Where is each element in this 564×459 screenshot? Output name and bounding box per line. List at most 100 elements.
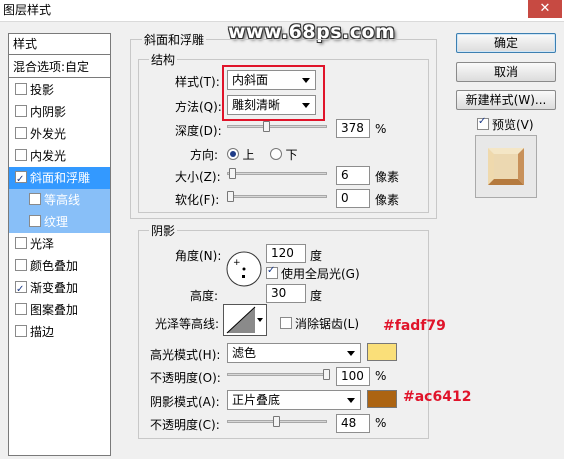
highlight-mode-label: 高光模式(H):: [150, 348, 221, 362]
soften-slider-thumb[interactable]: [227, 191, 234, 202]
sidebar-item[interactable]: 渐变叠加: [9, 277, 110, 301]
sidebar-item[interactable]: 描边: [9, 321, 110, 343]
highlight-box: [222, 65, 325, 121]
sidebar-item-checkbox[interactable]: [15, 127, 27, 139]
shadow-opacity-thumb[interactable]: [273, 416, 280, 427]
depth-slider-thumb[interactable]: [263, 121, 270, 132]
sidebar-item-label: 斜面和浮雕: [30, 171, 91, 185]
sidebar-item[interactable]: 内阴影: [9, 101, 110, 123]
anti-alias-checkbox[interactable]: [280, 317, 292, 329]
shadow-color-annotation: #ac6412: [403, 389, 472, 405]
close-button[interactable]: ✕: [528, 0, 562, 18]
style-preview: [475, 135, 537, 198]
svg-text:+: +: [233, 258, 241, 268]
highlight-color-swatch[interactable]: [367, 343, 397, 361]
sidebar-item[interactable]: 等高线: [9, 189, 110, 211]
highlight-opacity-thumb[interactable]: [323, 369, 330, 380]
shadow-mode-label: 阴影模式(A):: [150, 395, 220, 409]
sidebar-item[interactable]: 外发光: [9, 123, 110, 145]
sidebar-item-checkbox[interactable]: [15, 325, 27, 337]
sidebar-item-label: 内发光: [30, 149, 67, 163]
new-style-button[interactable]: 新建样式(W)...: [456, 90, 556, 110]
preview-option[interactable]: 预览(V): [477, 116, 534, 133]
depth-unit: %: [375, 122, 387, 136]
shadow-color-swatch[interactable]: [367, 390, 397, 408]
chevron-down-icon: [257, 318, 263, 322]
shading-title: 阴影: [149, 222, 178, 239]
technique-label: 方法(Q):: [175, 100, 222, 114]
sidebar-item-checkbox[interactable]: [15, 259, 27, 271]
anti-alias-option[interactable]: 消除锯齿(L): [280, 315, 359, 332]
sidebar-item[interactable]: 斜面和浮雕: [9, 167, 110, 191]
sidebar-item[interactable]: 纹理: [9, 211, 110, 233]
depth-label: 深度(D):: [175, 124, 222, 138]
size-unit: 像素: [375, 170, 400, 184]
sidebar-item-label: 等高线: [44, 193, 81, 207]
sidebar-item[interactable]: 光泽: [9, 233, 110, 255]
sidebar-item-checkbox[interactable]: [15, 237, 27, 249]
global-light-checkbox[interactable]: [266, 265, 278, 279]
window-title: 图层样式: [3, 3, 52, 17]
direction-down-option[interactable]: 下: [270, 146, 298, 163]
sidebar-item-checkbox[interactable]: [15, 83, 27, 95]
sidebar-item-checkbox[interactable]: [29, 215, 41, 227]
styles-header[interactable]: 样式: [9, 34, 110, 55]
direction-up-label: 上: [242, 148, 255, 162]
preview-checkbox[interactable]: [477, 116, 489, 130]
sidebar-item[interactable]: 内发光: [9, 145, 110, 167]
sidebar-item[interactable]: 颜色叠加: [9, 255, 110, 277]
sidebar-item-label: 投影: [30, 83, 55, 97]
sidebar-item-label: 光泽: [30, 237, 55, 251]
size-input[interactable]: 6: [336, 166, 370, 185]
chevron-down-icon: [347, 351, 355, 356]
sidebar-item-checkbox[interactable]: [15, 169, 27, 191]
altitude-unit: 度: [310, 289, 323, 303]
highlight-opacity-unit: %: [375, 369, 387, 383]
shadow-mode-dropdown[interactable]: 正片叠底: [227, 390, 361, 410]
highlight-mode-dropdown[interactable]: 滤色: [227, 343, 361, 363]
sidebar-item[interactable]: 投影: [9, 79, 110, 101]
highlight-opacity-track[interactable]: [227, 373, 327, 376]
sidebar-item-checkbox[interactable]: [15, 279, 27, 301]
angle-dial[interactable]: +: [225, 250, 263, 288]
highlight-opacity-input[interactable]: 100: [336, 367, 370, 386]
soften-slider-track[interactable]: [227, 195, 327, 198]
shadow-opacity-label: 不透明度(C):: [150, 418, 220, 432]
altitude-label: 高度:: [190, 289, 219, 303]
soften-input[interactable]: 0: [336, 189, 370, 208]
depth-input[interactable]: 378: [336, 119, 370, 138]
direction-label: 方向:: [190, 148, 219, 162]
shadow-opacity-input[interactable]: 48: [336, 414, 370, 433]
altitude-input[interactable]: 30: [266, 284, 306, 303]
radio-down[interactable]: [270, 148, 282, 160]
global-light-option[interactable]: 使用全局光(G): [266, 265, 360, 282]
size-slider-track[interactable]: [227, 172, 327, 175]
blend-options-item[interactable]: 混合选项:自定: [9, 56, 110, 78]
size-slider-thumb[interactable]: [229, 168, 236, 179]
depth-slider-track[interactable]: [227, 125, 327, 128]
sidebar-item-label: 外发光: [30, 127, 67, 141]
sidebar-item-checkbox[interactable]: [15, 105, 27, 117]
direction-down-label: 下: [285, 148, 298, 162]
styles-list: 样式 混合选项:自定 投影内阴影外发光内发光斜面和浮雕等高线纹理光泽颜色叠加渐变…: [8, 33, 111, 456]
style-label: 样式(T):: [175, 75, 220, 89]
soften-label: 软化(F):: [175, 193, 220, 207]
sidebar-item-checkbox[interactable]: [15, 303, 27, 315]
sidebar-item-checkbox[interactable]: [29, 193, 41, 205]
ok-button[interactable]: 确定: [456, 33, 556, 53]
soften-unit: 像素: [375, 193, 400, 207]
sidebar-item-label: 纹理: [44, 215, 69, 229]
shadow-opacity-unit: %: [375, 416, 387, 430]
cancel-button[interactable]: 取消: [456, 62, 556, 82]
size-label: 大小(Z):: [175, 170, 221, 184]
radio-up[interactable]: [227, 148, 239, 160]
gloss-contour-picker[interactable]: [223, 304, 267, 336]
sidebar-item[interactable]: 图案叠加: [9, 299, 110, 321]
sidebar-item-checkbox[interactable]: [15, 149, 27, 161]
sidebar-item-label: 描边: [30, 325, 55, 339]
bevel-emboss-title: 斜面和浮雕: [142, 31, 207, 48]
sidebar-item-label: 内阴影: [30, 105, 67, 119]
direction-up-option[interactable]: 上: [227, 146, 255, 163]
preview-thumbnail-icon: [476, 136, 536, 197]
angle-input[interactable]: 120: [266, 244, 306, 263]
